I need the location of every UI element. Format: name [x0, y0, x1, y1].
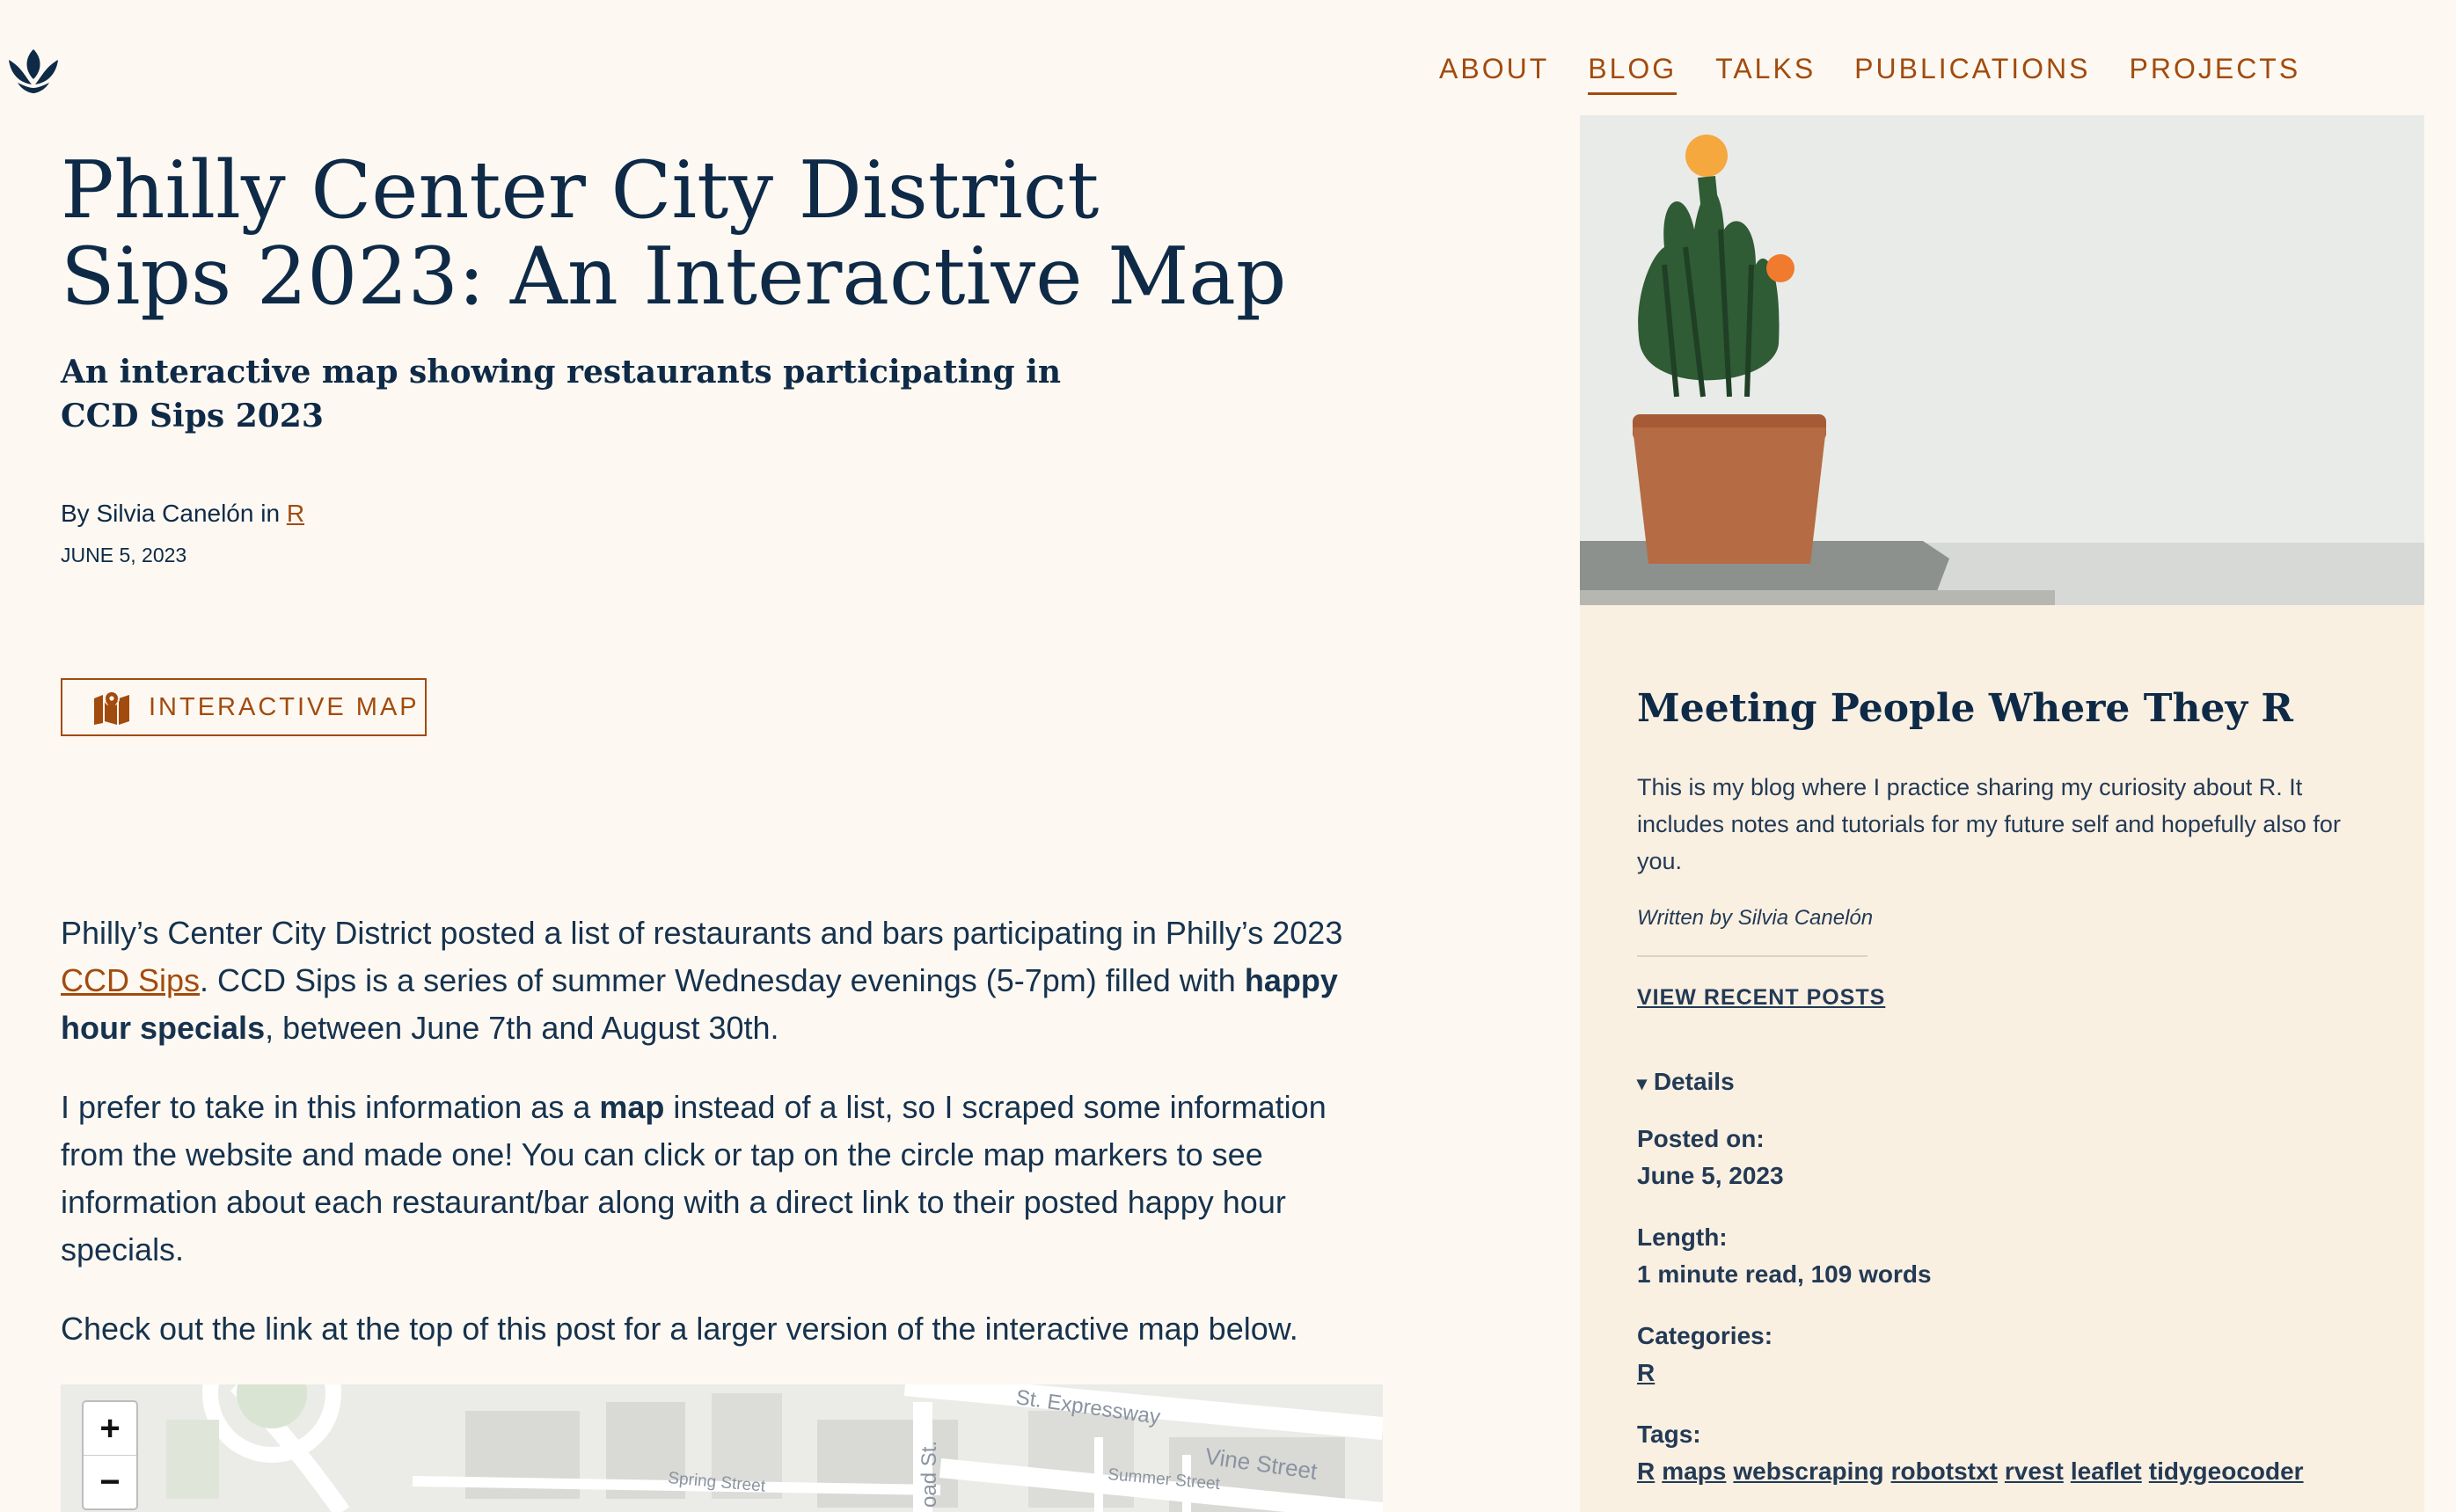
nav-talks[interactable]: TALKS — [1715, 53, 1816, 95]
posted-on-label: Posted on: — [1637, 1125, 1765, 1152]
tag-maps[interactable]: maps — [1662, 1457, 1726, 1485]
paragraph-1: Philly’s Center City District posted a l… — [61, 909, 1380, 1052]
tag-robotstxt[interactable]: robotstxt — [1891, 1457, 1998, 1485]
zoom-out-button[interactable]: − — [84, 1455, 136, 1508]
caret-down-icon: ▾ — [1637, 1072, 1648, 1094]
interactive-map-button[interactable]: INTERACTIVE MAP — [61, 678, 427, 736]
divider — [1637, 955, 1868, 957]
sidebar-title: Meeting People Where They R — [1637, 686, 2293, 731]
length-label: Length: — [1637, 1223, 1728, 1251]
post-title: Philly Center City District Sips 2023: A… — [61, 144, 1287, 323]
categories: Categories: R — [1637, 1318, 1773, 1391]
categories-label: Categories: — [1637, 1322, 1773, 1349]
nav-about[interactable]: ABOUT — [1439, 53, 1549, 95]
post-body: Philly’s Center City District posted a l… — [61, 909, 1380, 1384]
top-nav: ABOUT BLOG TALKS PUBLICATIONS PROJECTS — [1439, 53, 2300, 95]
tulip-logo-icon[interactable] — [5, 44, 62, 100]
tag-r[interactable]: R — [1637, 1457, 1655, 1485]
details-label: Details — [1653, 1068, 1735, 1095]
tag-tidygeocoder[interactable]: tidygeocoder — [2149, 1457, 2304, 1485]
byline: By Silvia Canelón in R — [61, 500, 304, 528]
tags-label: Tags: — [1637, 1421, 1701, 1448]
ccd-sips-link[interactable]: CCD Sips — [61, 962, 200, 998]
tags: Tags: Rmaps webscraping robotstxt rvest leaf… — [1637, 1416, 2311, 1490]
paragraph-2: I prefer to take in this information as … — [61, 1084, 1380, 1274]
written-by: Written by Silvia Canelón — [1637, 906, 1874, 930]
tag-webscraping[interactable]: webscraping — [1733, 1457, 1883, 1485]
post-subtitle: An interactive map showing restaurants p… — [61, 354, 1062, 435]
p2-bold: map — [599, 1089, 665, 1125]
posted-on-value: June 5, 2023 — [1637, 1162, 1784, 1189]
category-link[interactable]: R — [287, 500, 304, 527]
p2-text-a: I prefer to take in this information as … — [61, 1089, 591, 1125]
sidebar-description: This is my blog where I practice sharing… — [1637, 774, 2341, 874]
tag-leaflet[interactable]: leaflet — [2071, 1457, 2142, 1485]
leaflet-map[interactable]: St. Expressway Vine Street Spring Street… — [61, 1384, 1383, 1512]
post-date: JUNE 5, 2023 — [61, 544, 187, 566]
map-tiles: St. Expressway Vine Street Spring Street… — [61, 1384, 1383, 1512]
interactive-map-label: INTERACTIVE MAP — [149, 692, 420, 721]
sidebar: Meeting People Where They R This is my b… — [1580, 605, 2424, 1512]
p1-text-b: . CCD Sips is a series of summer Wednesd… — [200, 962, 1236, 998]
zoom-in-button[interactable]: + — [84, 1402, 136, 1455]
tag-rvest[interactable]: rvest — [2005, 1457, 2064, 1485]
nav-publications[interactable]: PUBLICATIONS — [1854, 53, 2090, 95]
zoom-control: + − — [82, 1400, 138, 1510]
nav-blog[interactable]: BLOG — [1588, 53, 1678, 95]
posted-on: Posted on: June 5, 2023 — [1637, 1121, 1784, 1194]
p1-text-a: Philly’s Center City District posted a l… — [61, 915, 1343, 951]
nav-projects[interactable]: PROJECTS — [2130, 53, 2301, 95]
length: Length: 1 minute read, 109 words — [1637, 1219, 1932, 1293]
details-toggle[interactable]: ▾ Details — [1637, 1068, 1735, 1096]
paragraph-3: Check out the link at the top of this po… — [61, 1311, 1298, 1347]
byline-author: By Silvia Canelón in — [61, 500, 281, 527]
length-value: 1 minute read, 109 words — [1637, 1260, 1932, 1288]
map-marker-icon — [94, 690, 129, 725]
street-label: oad St. — [917, 1441, 941, 1508]
category-tag-r[interactable]: R — [1637, 1359, 1655, 1386]
sidebar-cactus-image — [1580, 115, 2424, 605]
view-recent-posts-link[interactable]: VIEW RECENT POSTS — [1637, 985, 1885, 1011]
p1-text-c: , between June 7th and August 30th. — [265, 1010, 779, 1046]
